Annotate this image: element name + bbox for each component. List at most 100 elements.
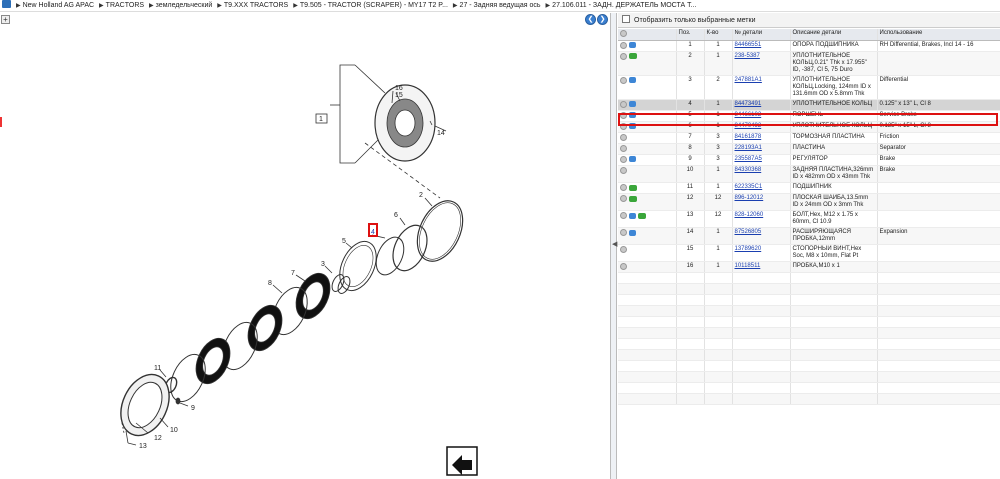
info-icon[interactable] [629, 212, 636, 219]
table-row[interactable]: 6 1 84470492 УПЛОТНИТЕЛЬНОЕ КОЛЬЦ 0.125" x 1… [618, 121, 1000, 133]
select-circle-icon[interactable] [620, 100, 627, 108]
table-row[interactable]: 14 1 87526805 РАСШИРЯЮЩАЯСЯ ПРОБКА,12mm Expa… [618, 227, 1000, 246]
part-number-link[interactable]: 84466102 [735, 112, 762, 118]
select-circle-icon[interactable] [620, 52, 627, 60]
row-icons [618, 99, 677, 111]
table-row[interactable]: 2 1 238-5387 УПЛОТНИТЕЛЬНОЕ КОЛЬЦ,0.21" Thk… [618, 51, 1000, 76]
exploded-view-drawing[interactable]: 1 2 3 4 5 6 7 8 9 10 11 12 13 14 15 16 [0, 13, 611, 479]
select-circle-icon[interactable] [620, 167, 627, 175]
part-number-link[interactable]: 84466551 [735, 42, 762, 48]
select-circle-icon[interactable] [620, 76, 627, 84]
table-row[interactable]: 9 3 235587A5 РЕГУЛЯТОР Brake [618, 154, 1000, 167]
breadcrumb-item[interactable]: земледельческий [156, 2, 213, 9]
show-selected-checkbox[interactable] [622, 15, 630, 23]
breadcrumb-item[interactable]: TRACTORS [106, 2, 144, 9]
part-number-link[interactable]: 84470492 [735, 123, 762, 129]
replacement-arrow-icon[interactable] [638, 212, 646, 219]
part-number-link[interactable]: 87526805 [735, 229, 762, 235]
replacement-arrow-icon[interactable] [629, 184, 637, 191]
collapse-arrow-icon[interactable]: ◀ [612, 240, 617, 252]
column-menu-icon[interactable] [620, 30, 627, 37]
row-pos: 11 [676, 182, 705, 195]
header-part[interactable]: № детали [732, 29, 791, 41]
select-circle-icon[interactable] [620, 263, 627, 271]
header-qty[interactable]: К-во [704, 29, 733, 41]
info-icon[interactable] [629, 42, 636, 48]
exploded-view-pane[interactable]: + ❮ ❯ 1 2 3 4 5 6 7 8 9 10 11 12 13 14 1… [0, 13, 611, 479]
part-number-link[interactable]: 622335C1 [735, 184, 763, 190]
select-circle-icon[interactable] [620, 133, 627, 141]
table-row[interactable]: 12 12 896-12012 ПЛОСКАЯ ШАЙБА,13.5mm ID x 2… [618, 193, 1000, 212]
table-row[interactable]: 7 3 84161878 ТОРМОЗНАЯ ПЛАСТИНА Friction [618, 132, 1000, 144]
select-circle-icon[interactable] [620, 212, 627, 220]
table-row[interactable]: 16 1 10118511 ПРОБКА,M10 x 1 [618, 261, 1000, 274]
part-number-link[interactable]: 84161878 [735, 134, 762, 140]
row-icons [618, 121, 677, 133]
table-row[interactable]: 4 1 84473491 УПЛОТНИТЕЛЬНОЕ КОЛЬЦ 0.125" x 1… [618, 99, 1000, 111]
table-row[interactable]: 10 1 84330368 ЗАДНЯЯ ПЛАСТИНА,326mm ID x 48… [618, 165, 1000, 184]
select-circle-icon[interactable] [620, 195, 627, 203]
table-row[interactable]: 13 12 828-12060 БОЛТ,Hex, M12 x 1.75 x 60mm… [618, 210, 1000, 229]
row-pos: 2 [676, 51, 705, 76]
part-number-link[interactable]: 247881A1 [735, 77, 762, 83]
select-circle-icon[interactable] [620, 229, 627, 237]
row-qty: 3 [704, 132, 733, 144]
return-arrow-icon[interactable] [446, 446, 478, 476]
row-desc: ПОРШЕНЬ [790, 110, 878, 122]
callout-6: 6 [394, 212, 398, 219]
select-circle-icon[interactable] [620, 111, 627, 119]
breadcrumb-arrow-icon: ▶ [15, 3, 21, 9]
highlighted-callout[interactable] [368, 223, 378, 237]
table-row[interactable]: 3 2 247881A1 УПЛОТНИТЕЛЬНОЕ КОЛЬЦ,Locking, … [618, 75, 1000, 100]
row-desc: ТОРМОЗНАЯ ПЛАСТИНА [790, 132, 878, 144]
breadcrumb-item[interactable]: New Holland AG APAC [23, 2, 94, 9]
select-circle-icon[interactable] [620, 184, 627, 192]
info-icon[interactable] [629, 77, 636, 84]
info-icon[interactable] [629, 123, 636, 130]
part-number-link[interactable]: 238-5387 [735, 53, 760, 59]
row-pos: 3 [676, 75, 705, 100]
part-number-link[interactable]: 10118511 [735, 263, 761, 269]
breadcrumb-item[interactable]: T9.505 - TRACTOR (SCRAPER) - MY17 T2 P..… [300, 2, 448, 9]
part-number-link[interactable]: 235587A5 [735, 156, 762, 162]
row-part: 896-12012 [732, 193, 791, 212]
row-qty: 3 [704, 154, 733, 167]
row-pos: 14 [676, 227, 705, 246]
header-desc[interactable]: Описание детали [790, 29, 878, 41]
part-number-link[interactable]: 228193A1 [735, 145, 762, 151]
row-pos: 4 [676, 99, 705, 111]
row-part: 828-12060 [732, 210, 791, 229]
table-row[interactable]: 15 1 13789620 СТОПОРНЫЙ ВИНТ,Hex Soc, M8 x … [618, 244, 1000, 263]
part-number-link[interactable]: 896-12012 [735, 195, 764, 201]
row-part: 622335C1 [732, 182, 791, 195]
part-number-link[interactable]: 84330368 [735, 167, 762, 173]
table-row[interactable]: 8 3 228193A1 ПЛАСТИНА Separator [618, 143, 1000, 155]
select-circle-icon[interactable] [620, 246, 627, 254]
table-row[interactable]: 11 1 622335C1 ПОДШИПНИК [618, 182, 1000, 195]
home-icon[interactable] [2, 0, 11, 8]
info-icon[interactable] [629, 156, 636, 163]
select-circle-icon[interactable] [620, 122, 627, 130]
part-number-link[interactable]: 828-12060 [735, 212, 764, 218]
breadcrumb-item[interactable]: 27 - Задняя ведущая ось [460, 2, 541, 9]
row-desc: ЗАДНЯЯ ПЛАСТИНА,326mm ID x 482mm OD x 43… [790, 165, 878, 184]
replacement-arrow-icon[interactable] [629, 53, 637, 60]
part-number-link[interactable]: 13789620 [735, 246, 762, 252]
empty-row [618, 316, 1000, 329]
breadcrumb-item[interactable]: 27.106.011 - ЗАДН. ДЕРЖАТЕЛЬ МОСТА Т... [552, 2, 696, 9]
header-pos[interactable]: Поз. [676, 29, 705, 41]
info-icon[interactable] [629, 229, 636, 236]
select-circle-icon[interactable] [620, 41, 627, 49]
part-number-link[interactable]: 84473491 [735, 101, 762, 107]
header-usage[interactable]: Использование [877, 29, 1000, 41]
info-icon[interactable] [629, 112, 636, 119]
select-circle-icon[interactable] [620, 155, 627, 163]
replacement-arrow-icon[interactable] [629, 195, 637, 202]
row-desc: РАСШИРЯЮЩАЯСЯ ПРОБКА,12mm [790, 227, 878, 246]
breadcrumb-item[interactable]: T9.XXX TRACTORS [224, 2, 288, 9]
info-icon[interactable] [629, 101, 636, 108]
empty-row [618, 294, 1000, 307]
select-circle-icon[interactable] [620, 144, 627, 152]
table-row[interactable]: 5 1 84466102 ПОРШЕНЬ Service Brake [618, 110, 1000, 122]
table-row[interactable]: 1 1 84466551 ОПОРА ПОДШИПНИКА RH Differentia… [618, 40, 1000, 52]
